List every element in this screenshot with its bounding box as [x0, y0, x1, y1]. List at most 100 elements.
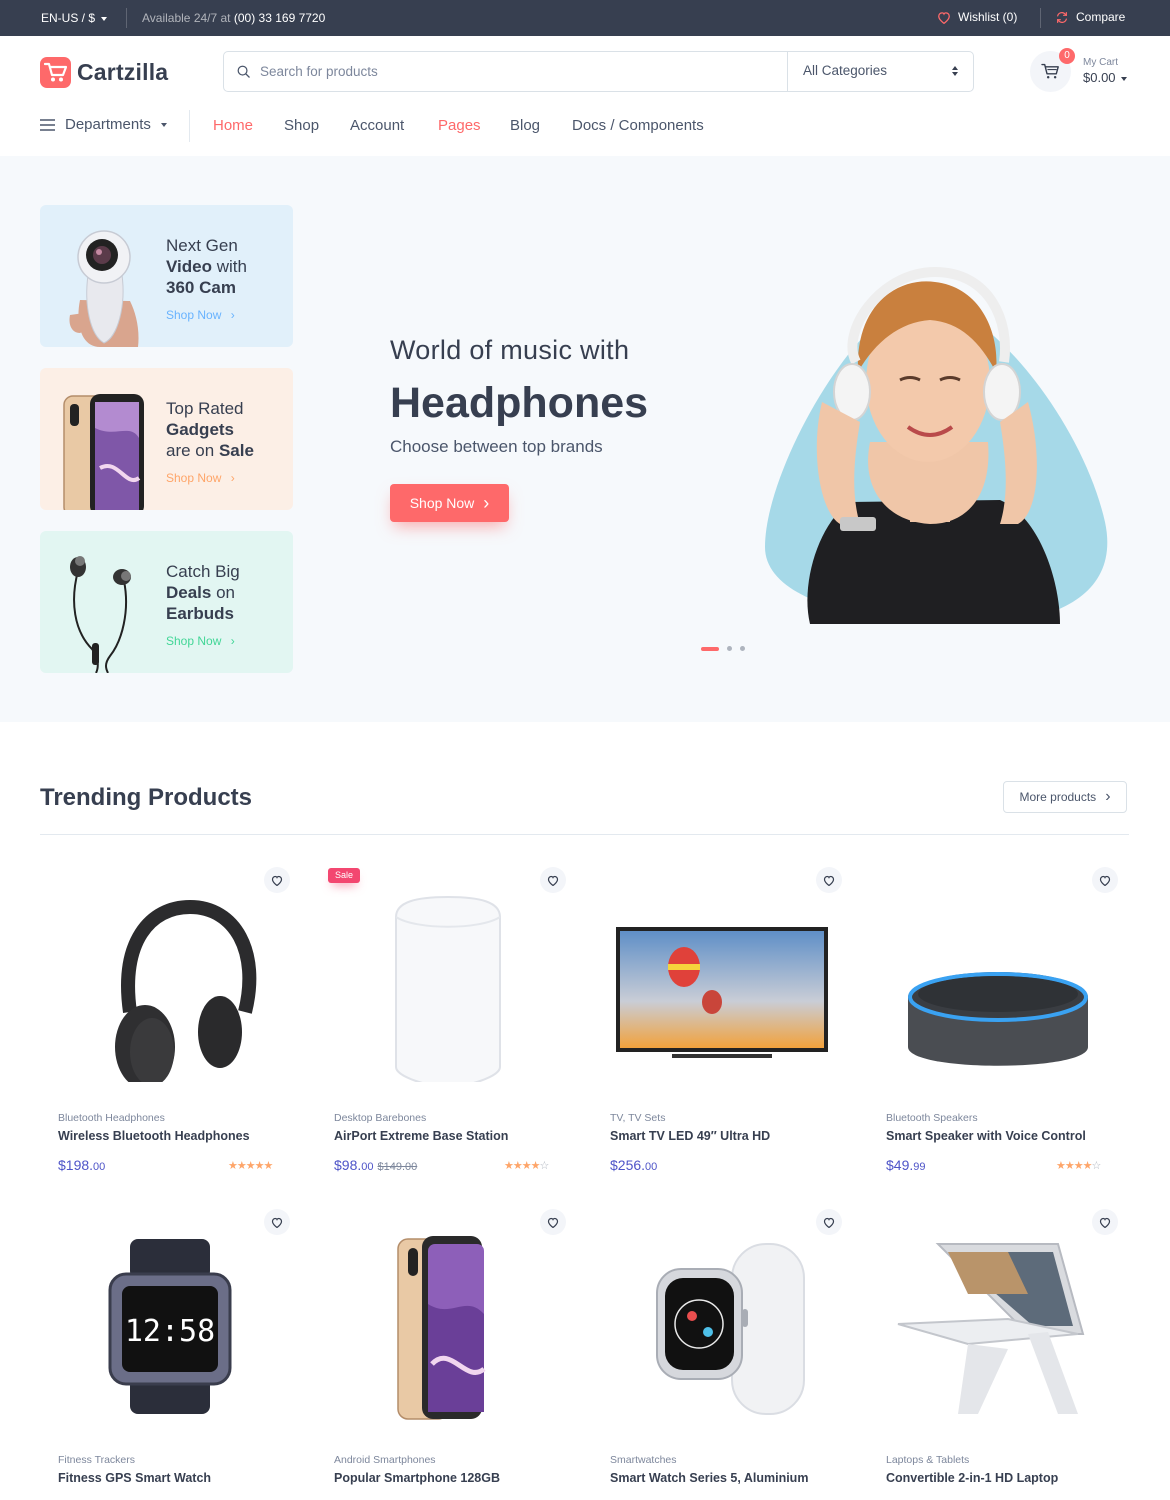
product-name[interactable]: AirPort Extreme Base Station: [334, 1129, 508, 1143]
product-category[interactable]: TV, TV Sets: [610, 1112, 665, 1124]
search-bar: All Categories: [223, 51, 974, 92]
product-category[interactable]: Laptops & Tablets: [886, 1454, 969, 1466]
promo-bold: Sale: [218, 441, 254, 460]
rating-stars: ★★★★☆: [504, 1159, 549, 1172]
nav-account[interactable]: Account: [350, 117, 404, 134]
cart-button[interactable]: 0: [1030, 48, 1075, 92]
product-name[interactable]: Smart Speaker with Voice Control: [886, 1129, 1086, 1143]
search-divider: [787, 52, 788, 91]
product-card[interactable]: Android Smartphones Popular Smartphone 1…: [316, 1196, 572, 1500]
star-icon: ★★★★★: [228, 1160, 273, 1172]
product-name[interactable]: Popular Smartphone 128GB: [334, 1471, 500, 1485]
hero-cta-label: Shop Now: [409, 495, 475, 511]
promo-text: Top Rated Gadgets are on Sale: [166, 398, 254, 461]
nav-home[interactable]: Home: [213, 117, 253, 134]
product-category[interactable]: Bluetooth Speakers: [886, 1112, 978, 1124]
product-price: $256.00: [610, 1157, 657, 1173]
promo-bold: Video: [166, 257, 212, 276]
nav-blog[interactable]: Blog: [510, 117, 540, 134]
price-main: $98.: [334, 1157, 362, 1173]
shop-now-link[interactable]: Shop Now ›: [166, 634, 235, 648]
camera-360-image: [69, 230, 139, 347]
cart-icon: [1041, 63, 1059, 79]
smartwatch-image: [656, 1243, 805, 1415]
chevron-right-icon: ›: [1105, 788, 1111, 805]
product-category[interactable]: Smartwatches: [610, 1454, 677, 1466]
logo[interactable]: Cartzilla: [40, 57, 168, 88]
promo-bold: Deals: [166, 583, 212, 602]
shop-now-label: Shop Now: [166, 308, 222, 322]
price-cents: 00: [645, 1161, 658, 1173]
product-price: $198.00: [58, 1157, 105, 1173]
product-card[interactable]: Bluetooth Speakers Smart Speaker with Vo…: [868, 854, 1124, 1184]
promo-card-gadgets[interactable]: Top Rated Gadgets are on Sale Shop Now ›: [40, 368, 293, 510]
product-card[interactable]: TV, TV Sets Smart TV LED 49″ Ultra HD $2…: [592, 854, 848, 1184]
shop-now-link[interactable]: Shop Now ›: [166, 308, 235, 322]
product-name[interactable]: Smart TV LED 49″ Ultra HD: [610, 1129, 770, 1143]
price-cents: 99: [913, 1161, 926, 1173]
shop-now-label: Shop Now: [166, 634, 222, 648]
cart-count-badge: 0: [1059, 48, 1075, 64]
product-category[interactable]: Bluetooth Headphones: [58, 1112, 165, 1124]
nav-docs[interactable]: Docs / Components: [572, 117, 704, 134]
hero-title-line1: World of music with: [390, 335, 630, 365]
smart-speaker-image: [908, 972, 1088, 1066]
product-name[interactable]: Smart Watch Series 5, Aluminium: [610, 1471, 808, 1485]
wishlist-label: Wishlist (0): [958, 10, 1018, 24]
phone-link[interactable]: (00) 33 169 7720: [234, 11, 325, 25]
heart-icon: [938, 11, 950, 24]
star-icon: ★★★★: [504, 1160, 540, 1172]
product-name[interactable]: Fitness GPS Smart Watch: [58, 1471, 211, 1485]
departments-menu[interactable]: Departments: [40, 116, 167, 133]
main-nav: Departments Home Shop Account Pages Blog…: [0, 108, 1170, 144]
more-products-label: More products: [1019, 790, 1097, 804]
woman-headphones-image: [765, 266, 1108, 624]
laptop-image: [897, 1243, 1085, 1414]
topbar: EN-US / $ Available 24/7 at (00) 33 169 …: [0, 0, 1170, 36]
carousel-dot[interactable]: [727, 646, 732, 651]
product-card[interactable]: Sale Desktop Barebones AirPort Extreme B…: [316, 854, 572, 1184]
cart-widget[interactable]: 0 My Cart $0.00: [1030, 48, 1127, 92]
shop-now-link[interactable]: Shop Now ›: [166, 471, 235, 485]
product-name[interactable]: Wireless Bluetooth Headphones: [58, 1129, 250, 1143]
price-cents: 00: [93, 1161, 106, 1173]
nav-pages[interactable]: Pages: [438, 117, 481, 134]
product-card[interactable]: Bluetooth Headphones Wireless Bluetooth …: [40, 854, 296, 1184]
product-category[interactable]: Fitness Trackers: [58, 1454, 135, 1466]
promo-bold: Gadgets: [166, 420, 235, 439]
nav-shop[interactable]: Shop: [284, 117, 319, 134]
caret-down-icon: [160, 122, 167, 127]
chevron-right-icon: ›: [483, 492, 490, 513]
product-card[interactable]: Smartwatches Smart Watch Series 5, Alumi…: [592, 1196, 848, 1500]
promo-card-360cam[interactable]: Next Gen Video with 360 Cam Shop Now ›: [40, 205, 293, 347]
star-icon: ★★★★: [1056, 1160, 1092, 1172]
product-category[interactable]: Android Smartphones: [334, 1454, 436, 1466]
product-name[interactable]: Convertible 2-in-1 HD Laptop: [886, 1471, 1058, 1485]
cart-logo-icon: [40, 57, 71, 88]
hero-shop-now-button[interactable]: Shop Now ›: [390, 484, 509, 522]
carousel-dot[interactable]: [740, 646, 745, 651]
compare-link[interactable]: Compare: [1055, 10, 1125, 24]
section-divider: [40, 834, 1129, 835]
chevron-right-icon: ›: [230, 308, 235, 322]
product-card[interactable]: Laptops & Tablets Convertible 2-in-1 HD …: [868, 1196, 1124, 1500]
product-category[interactable]: Desktop Barebones: [334, 1112, 426, 1124]
headphones-image: [115, 899, 257, 1082]
wishlist-link[interactable]: Wishlist (0): [937, 10, 1017, 24]
category-select[interactable]: All Categories: [803, 63, 887, 78]
caret-down-icon: [101, 16, 108, 21]
search-input[interactable]: [260, 52, 780, 91]
promo-card-earbuds[interactable]: Catch Big Deals on Earbuds Shop Now ›: [40, 531, 293, 673]
locale-selector[interactable]: EN-US / $: [41, 11, 108, 25]
more-products-button[interactable]: More products ›: [1003, 781, 1127, 813]
hero-subtitle: Choose between top brands: [390, 437, 603, 456]
availability-text: Available 24/7 at (00) 33 169 7720: [142, 11, 325, 25]
product-card[interactable]: 12:58 Fitness Trackers Fitness GPS Smart…: [40, 1196, 296, 1500]
menu-icon: [40, 118, 55, 131]
nav-divider: [189, 110, 190, 142]
topbar-divider: [126, 8, 127, 28]
caret-down-icon: [1120, 76, 1127, 81]
carousel-dot[interactable]: [701, 646, 719, 651]
promo-line: Top Rated: [166, 399, 244, 418]
cart-total[interactable]: $0.00: [1083, 70, 1127, 85]
